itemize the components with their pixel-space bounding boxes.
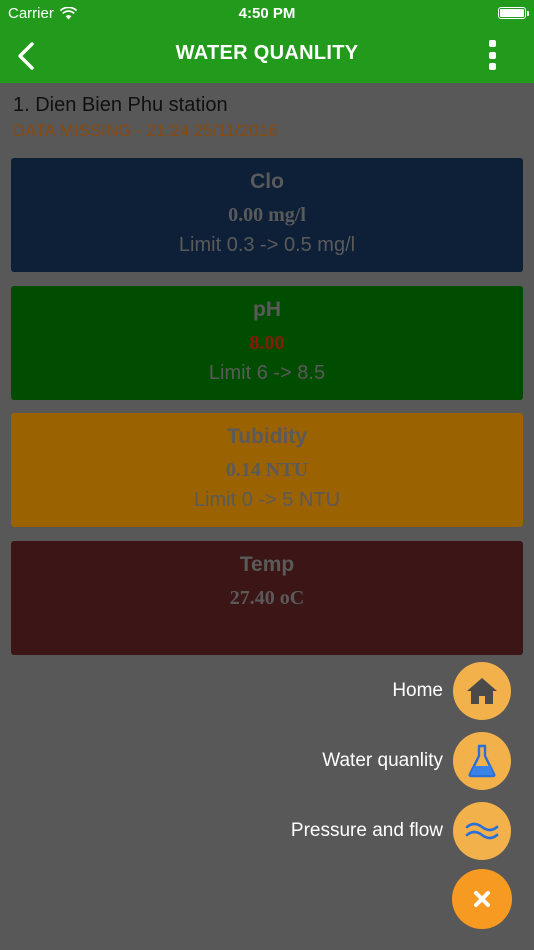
card-value: 0.00 mg/l [228,204,306,226]
card-value: 0.14 NTU [225,459,309,481]
flask-icon [468,744,496,778]
more-vertical-icon [488,40,496,47]
fab-label-water-quality: Water quanlity [322,750,443,771]
status-bar: Carrier 4:50 PM [0,0,534,28]
fab-label-pressure-flow: Pressure and flow [290,820,443,841]
station-name: 1. Dien Bien Phu station [13,94,228,116]
card-title: Tubidity [226,425,308,448]
fab-item-pressure-flow[interactable]: Pressure and flow [291,802,511,860]
close-icon [474,891,490,907]
page-title: WATER QUANLITY [175,42,359,64]
nav-bar: WATER QUANLITY [0,28,534,83]
clock: 4:50 PM [238,5,296,22]
ph-card[interactable]: pH 8.00 Limit 6 -> 8.5 [11,286,523,400]
more-vertical-icon [488,63,496,70]
card-limit: Limit 0.3 -> 0.5 mg/l [178,234,356,256]
tubidity-card[interactable]: Tubidity 0.14 NTU Limit 0 -> 5 NTU [11,413,523,527]
close-menu-button[interactable] [452,869,512,929]
battery-fill [500,9,524,17]
card-title: Clo [250,170,284,193]
pressure-flow-button[interactable] [453,802,511,860]
water-quality-button[interactable] [453,732,511,790]
card-title: pH [253,298,281,321]
card-value: 8.00 [249,332,285,354]
card-limit: Limit 6 -> 8.5 [208,362,326,384]
fab-label-home: Home [392,680,443,701]
temp-card[interactable]: Temp 27.40 oC [11,541,523,655]
waves-icon [465,822,499,840]
card-value: 27.40 oC [229,587,305,609]
fab-item-home[interactable]: Home [392,662,511,720]
fab-item-water-quality[interactable]: Water quanlity [322,732,511,790]
more-vertical-icon [488,51,496,59]
card-limit: Limit 0 -> 5 NTU [193,489,341,511]
home-button[interactable] [453,662,511,720]
card-title: Temp [239,553,295,576]
home-icon [467,678,497,704]
clo-card[interactable]: Clo 0.00 mg/l Limit 0.3 -> 0.5 mg/l [11,158,523,272]
more-menu-button[interactable] [480,40,504,70]
station-status: DATA MISSING - 21:24 25/11/2016 [13,121,278,140]
battery-icon [498,7,529,19]
